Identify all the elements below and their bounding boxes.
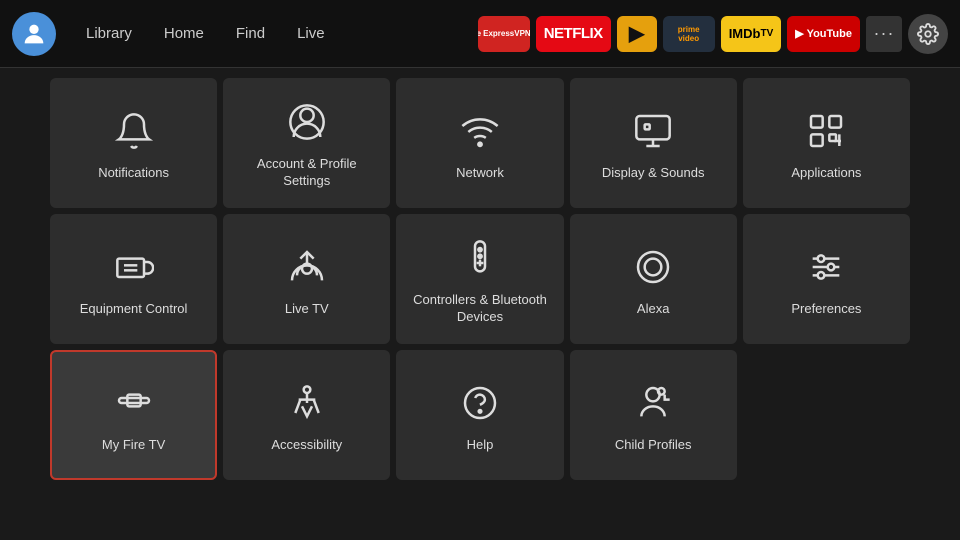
tile-notifications[interactable]: Notifications <box>50 78 217 208</box>
tile-label: Network <box>456 165 504 182</box>
tile-my-fire-tv[interactable]: My Fire TV <box>50 350 217 480</box>
tv-remote-icon <box>110 243 158 291</box>
display-icon <box>629 107 677 155</box>
child-profile-icon <box>629 379 677 427</box>
tile-display-sounds[interactable]: Display & Sounds <box>570 78 737 208</box>
settings-grid: Notifications Account & ProfileSettings … <box>50 78 910 480</box>
nav-live[interactable]: Live <box>283 19 339 48</box>
tile-network[interactable]: Network <box>396 78 563 208</box>
tile-label: My Fire TV <box>102 437 165 454</box>
apps-bar: e ExpressVPN NETFLIX ▶ prime video IMDb … <box>478 14 948 54</box>
app-youtube[interactable]: ▶ YouTube <box>787 16 860 52</box>
bell-icon <box>110 107 158 155</box>
tile-label: Account & ProfileSettings <box>257 156 357 190</box>
tile-child-profiles[interactable]: Child Profiles <box>570 350 737 480</box>
settings-grid-container: Notifications Account & ProfileSettings … <box>0 68 960 490</box>
nav-links: Library Home Find Live <box>72 19 339 48</box>
tile-label: Preferences <box>791 301 861 318</box>
user-avatar[interactable] <box>12 12 56 56</box>
app-netflix[interactable]: NETFLIX <box>536 16 611 52</box>
tile-label: Alexa <box>637 301 670 318</box>
question-icon <box>456 379 504 427</box>
tile-label: Display & Sounds <box>602 165 705 182</box>
tile-alexa[interactable]: Alexa <box>570 214 737 344</box>
tile-label: Controllers & Bluetooth Devices <box>406 292 553 326</box>
tile-label: Equipment Control <box>80 301 188 318</box>
app-imdb[interactable]: IMDb TV <box>721 16 782 52</box>
person-circle-icon <box>283 98 331 146</box>
accessibility-icon <box>283 379 331 427</box>
antenna-icon <box>283 243 331 291</box>
app-expressvpn[interactable]: e ExpressVPN <box>478 16 530 52</box>
nav-find[interactable]: Find <box>222 19 279 48</box>
empty-tile <box>743 350 910 480</box>
tile-label: Notifications <box>98 165 169 182</box>
sliders-icon <box>802 243 850 291</box>
tile-label: Accessibility <box>271 437 342 454</box>
tile-preferences[interactable]: Preferences <box>743 214 910 344</box>
tile-applications[interactable]: Applications <box>743 78 910 208</box>
tile-accessibility[interactable]: Accessibility <box>223 350 390 480</box>
tile-label: Applications <box>791 165 861 182</box>
alexa-icon <box>629 243 677 291</box>
tile-controllers-bluetooth[interactable]: Controllers & Bluetooth Devices <box>396 214 563 344</box>
tile-help[interactable]: Help <box>396 350 563 480</box>
header: Library Home Find Live e ExpressVPN NETF… <box>0 0 960 68</box>
remote-icon <box>456 234 504 282</box>
app-prime[interactable]: prime video <box>663 16 715 52</box>
nav-home[interactable]: Home <box>150 19 218 48</box>
nav-library[interactable]: Library <box>72 19 146 48</box>
tile-label: Help <box>467 437 494 454</box>
more-apps-button[interactable]: ··· <box>866 16 902 52</box>
firetv-icon <box>110 379 158 427</box>
tile-label: Live TV <box>285 301 329 318</box>
tile-label: Child Profiles <box>615 437 692 454</box>
tile-account-profile[interactable]: Account & ProfileSettings <box>223 78 390 208</box>
apps-grid-icon <box>802 107 850 155</box>
settings-button[interactable] <box>908 14 948 54</box>
tile-live-tv[interactable]: Live TV <box>223 214 390 344</box>
app-plex[interactable]: ▶ <box>617 16 657 52</box>
tile-equipment-control[interactable]: Equipment Control <box>50 214 217 344</box>
wifi-icon <box>456 107 504 155</box>
